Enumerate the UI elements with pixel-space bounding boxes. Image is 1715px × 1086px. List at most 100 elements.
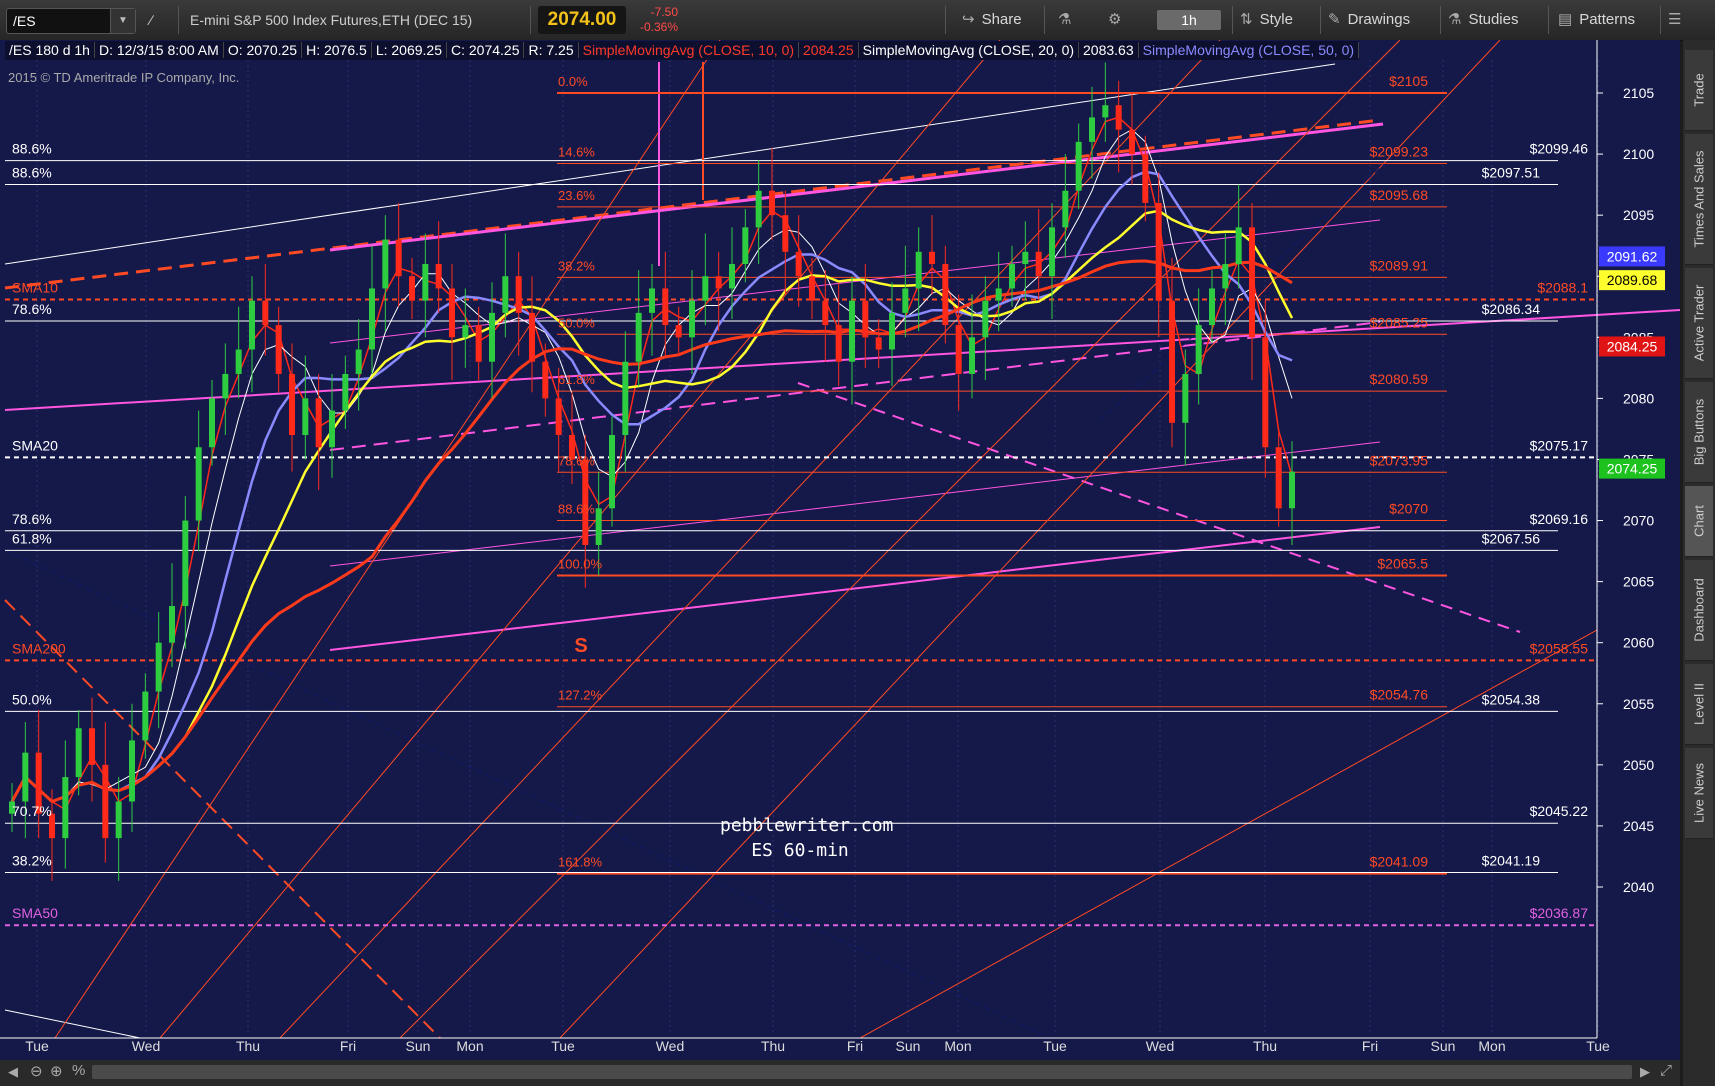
candle-body (529, 312, 535, 362)
candle-body (1115, 105, 1122, 130)
patterns-button[interactable]: ▤ Patterns (1558, 0, 1635, 40)
candle-body (1075, 141, 1082, 191)
candle-body (702, 276, 709, 301)
y-tick-label: 2055 (1623, 696, 1654, 712)
level-left-label: 38.2% (12, 852, 52, 868)
sidebar-tab-label: Dashboard (1691, 578, 1707, 642)
sidebar-tab-times-and-sales[interactable]: Times And Sales (1685, 134, 1713, 265)
sidebar-tab-trade[interactable]: Trade (1685, 50, 1713, 131)
price-chart[interactable]: 0.0% $2105 14.6% $2099.23 23.6% $2095.68 38.2%… (0, 40, 1680, 1086)
candle-body (382, 239, 389, 289)
sidebar-tab-label: Live News (1691, 763, 1707, 823)
legend-date: D: 12/3/15 8:00 AM (94, 42, 224, 58)
candle-body (675, 325, 682, 338)
settings-button[interactable]: ⚙ (1108, 0, 1128, 40)
toolbar-divider (1440, 6, 1441, 34)
candle-body (1249, 227, 1255, 338)
candle-body (249, 300, 255, 350)
sidebar-tab-chart[interactable]: Chart (1685, 486, 1713, 557)
price-change: -7.50 -0.36% (640, 5, 678, 35)
level-left-label: 88.6% (12, 141, 52, 157)
sidebar-tab-dashboard[interactable]: Dashboard (1685, 560, 1713, 661)
chart-area[interactable]: 0.0% $2105 14.6% $2099.23 23.6% $2095.68 38.2%… (0, 40, 1680, 1086)
y-tick-label: 2070 (1623, 513, 1654, 529)
sma-left-label: SMA200 (12, 640, 66, 656)
level-left-label: 61.8% (12, 530, 52, 546)
candle-body (915, 251, 922, 289)
toolbar-divider (1044, 6, 1045, 34)
watermark: pebblewriter.com ES 60-min (720, 813, 893, 863)
study-legend: /ES 180 d 1h D: 12/3/15 8:00 AM O: 2070.25… (5, 41, 1360, 60)
fib-percent-label: 127.2% (558, 688, 603, 703)
fib-price-label: $2085.25 (1370, 314, 1429, 330)
studies-button[interactable]: ⚗ Studies (1448, 0, 1519, 40)
chevron-down-icon[interactable]: ▼ (110, 9, 135, 33)
patterns-icon: ▤ (1558, 11, 1573, 28)
fib-percent-label: 14.6% (558, 144, 595, 159)
drawings-label: Drawings (1347, 11, 1411, 28)
level-right-label: $2097.51 (1482, 164, 1541, 180)
chart-scrollbar[interactable]: ◀ ⊖ ⊕ % ▶ ⤢ (0, 1060, 1680, 1086)
candle-body (835, 325, 842, 362)
candle-body (1035, 251, 1042, 277)
sma-left-label: SMA10 (12, 279, 58, 295)
drawings-button[interactable]: ✎ Drawings (1328, 0, 1410, 40)
candle-body (769, 190, 775, 216)
sidebar-tab-live-news[interactable]: Live News (1685, 748, 1713, 839)
flask-button[interactable]: ⚗ (1058, 0, 1078, 40)
candle-body (649, 288, 655, 313)
candle-body (315, 398, 322, 448)
sidebar-tab-level-ii[interactable]: Level II (1685, 664, 1713, 745)
toolbar-divider (1232, 6, 1233, 34)
x-tick-label: Wed (656, 1038, 685, 1054)
x-tick-label: Thu (236, 1038, 260, 1054)
x-tick-label: Fri (340, 1038, 356, 1054)
fib-price-label: $2089.91 (1370, 257, 1429, 273)
candle-body (1222, 264, 1229, 289)
zoom-in-icon[interactable]: ⊕ (50, 1062, 63, 1080)
share-button[interactable]: ↪ Share (962, 0, 1022, 40)
x-tick-label: Tue (25, 1038, 49, 1054)
sidebar-tab-label: Times And Sales (1691, 150, 1707, 248)
toolbar-divider (1660, 6, 1661, 34)
level-right-label: $2086.34 (1482, 301, 1541, 317)
y-tick-label: 2100 (1623, 146, 1654, 162)
fib-price-label: $2105 (1389, 73, 1428, 89)
x-tick-label: Thu (761, 1038, 785, 1054)
zoom-out-icon[interactable]: ⊖ (30, 1062, 43, 1080)
percent-icon[interactable]: % (72, 1062, 85, 1079)
timeframe-button[interactable]: 1h (1157, 10, 1221, 30)
candle-body (782, 215, 789, 252)
sidebar-tab-big-buttons[interactable]: Big Buttons (1685, 382, 1713, 483)
candle-body (129, 740, 135, 802)
link-icon[interactable]: ∕ (150, 0, 152, 40)
symbol-input[interactable]: /ES ▼ (6, 8, 136, 34)
fib-percent-label: 0.0% (558, 74, 588, 89)
menu-button[interactable]: ☰ (1668, 0, 1688, 40)
candle-body (742, 227, 749, 265)
symbol-text: /ES (13, 13, 36, 29)
style-button[interactable]: ⇅ Style (1240, 0, 1293, 40)
toolbar-divider (178, 6, 179, 34)
candle-body (262, 300, 269, 326)
candle-body (1169, 300, 1175, 423)
candle-body (542, 361, 549, 399)
level-right-label: $2041.19 (1482, 852, 1541, 868)
legend-sma10-value: 2084.25 (799, 42, 859, 58)
level-right-label: $2045.22 (1530, 803, 1589, 819)
candle-body (689, 300, 695, 338)
y-tick-label: 2040 (1623, 879, 1654, 895)
fib-percent-label: 38.2% (558, 258, 595, 273)
sidebar-tab-label: Active Trader (1691, 284, 1707, 362)
sidebar-tab-active-trader[interactable]: Active Trader (1685, 268, 1713, 379)
candle-body (1142, 154, 1149, 203)
candle-body (89, 728, 95, 765)
candle-body (1275, 447, 1282, 509)
scroll-right-icon[interactable]: ▶ (1640, 1064, 1650, 1080)
candle-body (715, 276, 722, 289)
fit-icon[interactable]: ⤢ (1660, 1062, 1672, 1079)
scroll-left-icon[interactable]: ◀ (8, 1064, 18, 1080)
y-tick-label: 2050 (1623, 757, 1654, 773)
x-tick-label: Sun (406, 1038, 431, 1054)
scroll-thumb[interactable] (92, 1065, 1632, 1079)
